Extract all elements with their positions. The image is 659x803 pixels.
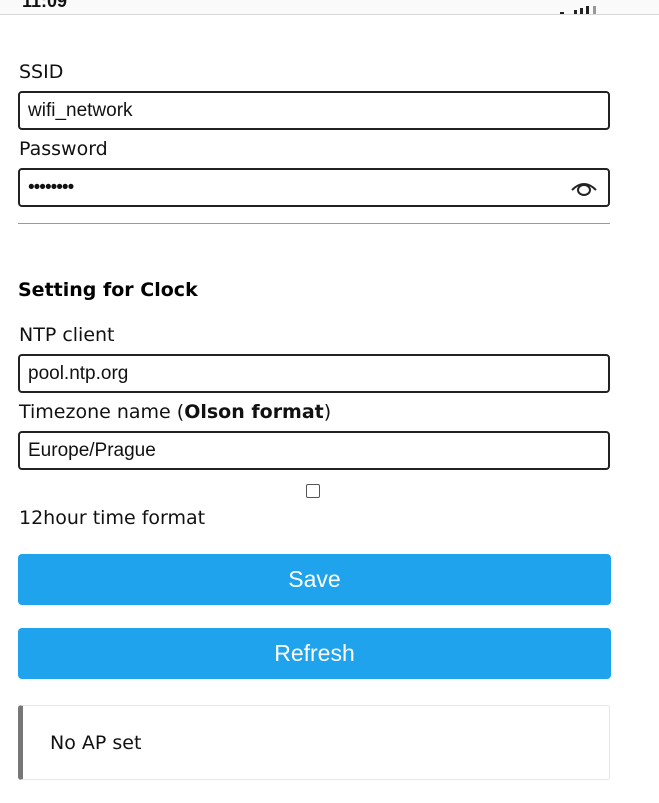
status-message: No AP set <box>18 705 610 780</box>
signal-icon <box>560 6 598 14</box>
password-label: Password <box>19 138 108 160</box>
eye-icon[interactable] <box>570 178 598 198</box>
save-button[interactable]: Save <box>18 554 611 605</box>
timezone-value: Europe/Prague <box>28 439 156 461</box>
timezone-label-prefix: Timezone name ( <box>19 401 185 423</box>
status-time: 11:09 <box>22 0 68 11</box>
ssid-label: SSID <box>19 61 64 83</box>
ntp-input[interactable]: pool.ntp.org <box>18 354 610 393</box>
section-divider <box>18 223 610 224</box>
twelve-hour-checkbox[interactable] <box>306 484 320 498</box>
ntp-label: NTP client <box>19 324 115 346</box>
timezone-label-suffix: ) <box>323 401 332 423</box>
clock-settings-heading: Setting for Clock <box>18 279 198 301</box>
refresh-button[interactable]: Refresh <box>18 628 611 679</box>
password-input[interactable]: •••••••• <box>18 168 610 207</box>
password-value: •••••••• <box>28 176 74 198</box>
timezone-label: Timezone name (Olson format) <box>19 401 331 423</box>
ssid-value: wifi_network <box>28 99 133 121</box>
timezone-label-bold: Olson format <box>184 401 324 423</box>
timezone-input[interactable]: Europe/Prague <box>18 431 610 470</box>
ntp-value: pool.ntp.org <box>28 362 129 384</box>
twelve-hour-label: 12hour time format <box>19 507 206 529</box>
status-message-text: No AP set <box>50 732 142 754</box>
status-bar: 11:09 <box>0 0 659 15</box>
ssid-input[interactable]: wifi_network <box>18 91 610 130</box>
